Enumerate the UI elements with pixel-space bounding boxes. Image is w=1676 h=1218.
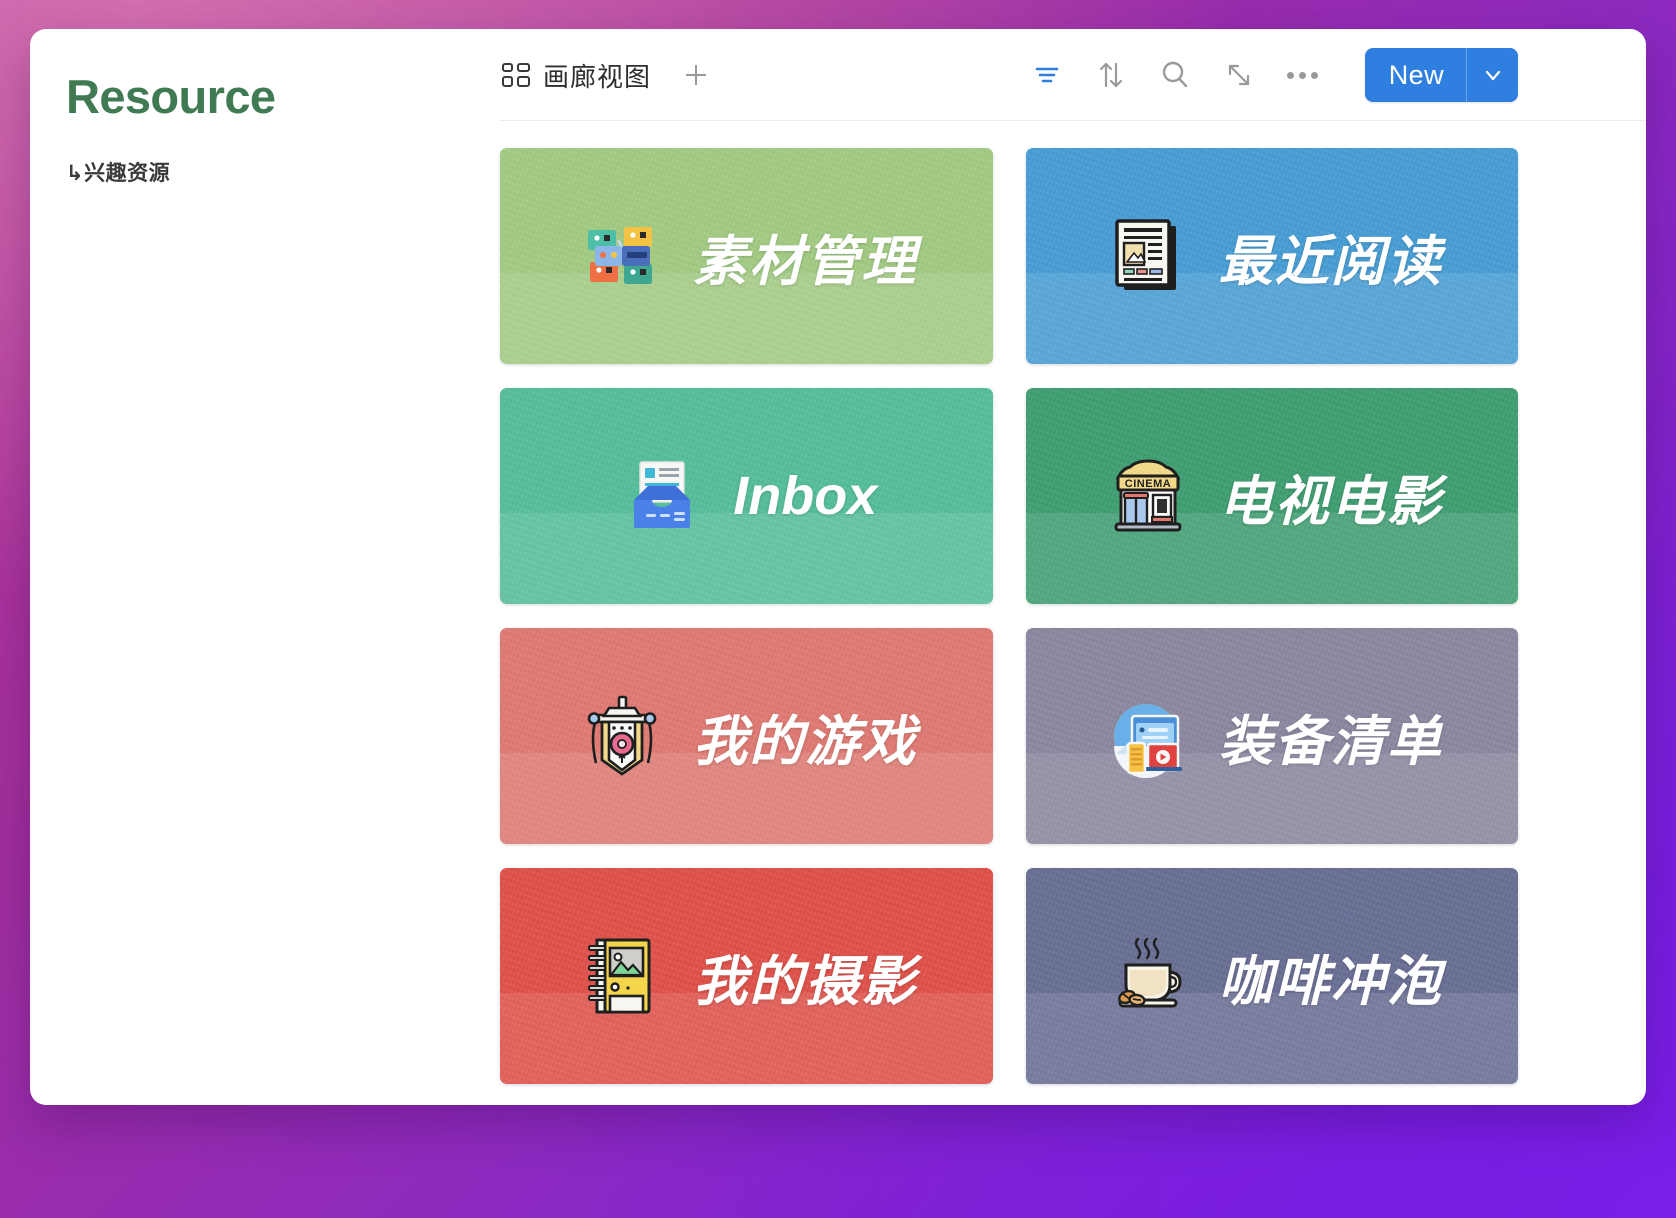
gallery-card[interactable]: Inbox [500, 388, 993, 604]
gallery-card[interactable]: 素材管理 [500, 148, 993, 364]
new-dropdown-button[interactable] [1466, 48, 1518, 102]
gallery-card-title: 咖啡冲泡 [1218, 951, 1443, 1012]
gallery-card-title: Inbox [733, 466, 878, 526]
chevron-down-icon [1485, 70, 1500, 81]
more-button[interactable] [1285, 57, 1321, 93]
gallery-grid: 素材管理 最近阅读 Inbox CINEMA 电视电影 我的游戏 装备清单 我的… [500, 121, 1646, 1084]
filter-button[interactable] [1029, 57, 1065, 93]
gallery-card-title: 我的游戏 [693, 711, 918, 772]
app-window: Resource ↳兴趣资源 画廊视图 New 素材管理 最近阅读 Inbox … [30, 29, 1646, 1105]
search-button[interactable] [1157, 57, 1193, 93]
sort-icon [1099, 62, 1122, 88]
newspaper-icon [1101, 209, 1195, 303]
right-pane: 画廊视图 New 素材管理 最近阅读 Inbox CINEMA 电视电影 我的游… [500, 29, 1646, 1105]
new-button-label: New [1388, 59, 1444, 90]
gallery-grid-icon [502, 63, 530, 87]
more-icon [1287, 71, 1319, 79]
gallery-card-title: 素材管理 [693, 231, 918, 292]
toolbar: 画廊视图 New [500, 29, 1646, 121]
search-icon [1162, 61, 1187, 88]
expand-icon [1228, 64, 1249, 86]
toolbar-actions: New [1029, 48, 1518, 102]
gallery-card-title: 最近阅读 [1218, 231, 1443, 292]
photo-album-icon [575, 929, 669, 1023]
game-banner-icon [575, 689, 669, 783]
gallery-card-title: 电视电影 [1218, 471, 1443, 532]
left-pane: Resource ↳兴趣资源 [30, 29, 500, 1105]
gallery-card[interactable]: 咖啡冲泡 [1025, 868, 1518, 1084]
tab-gallery-view[interactable]: 画廊视图 [500, 53, 653, 98]
gallery-card[interactable]: CINEMA 电视电影 [1025, 388, 1518, 604]
filter-icon [1035, 67, 1059, 83]
gallery-card-title: 装备清单 [1218, 711, 1443, 772]
add-view-button[interactable] [679, 58, 713, 92]
gallery-card[interactable]: 我的摄影 [500, 868, 993, 1084]
plus-icon [686, 65, 707, 85]
expand-button[interactable] [1221, 57, 1257, 93]
cinema-icon: CINEMA [1101, 449, 1195, 543]
new-button[interactable]: New [1364, 48, 1518, 102]
coffee-cup-icon [1101, 929, 1195, 1023]
gallery-card-title: 我的摄影 [693, 951, 918, 1012]
sort-button[interactable] [1093, 57, 1129, 93]
inbox-tray-icon [615, 449, 709, 543]
material-blocks-icon [575, 209, 669, 303]
gallery-card[interactable]: 我的游戏 [500, 628, 993, 844]
devices-icon [1101, 689, 1195, 783]
tab-gallery-view-label: 画廊视图 [543, 61, 652, 92]
svg-text:CINEMA: CINEMA [1125, 478, 1171, 490]
page-title: Resource [66, 70, 276, 123]
breadcrumb[interactable]: ↳兴趣资源 [66, 157, 500, 187]
gallery-card[interactable]: 最近阅读 [1025, 148, 1518, 364]
gallery-card[interactable]: 装备清单 [1025, 628, 1518, 844]
